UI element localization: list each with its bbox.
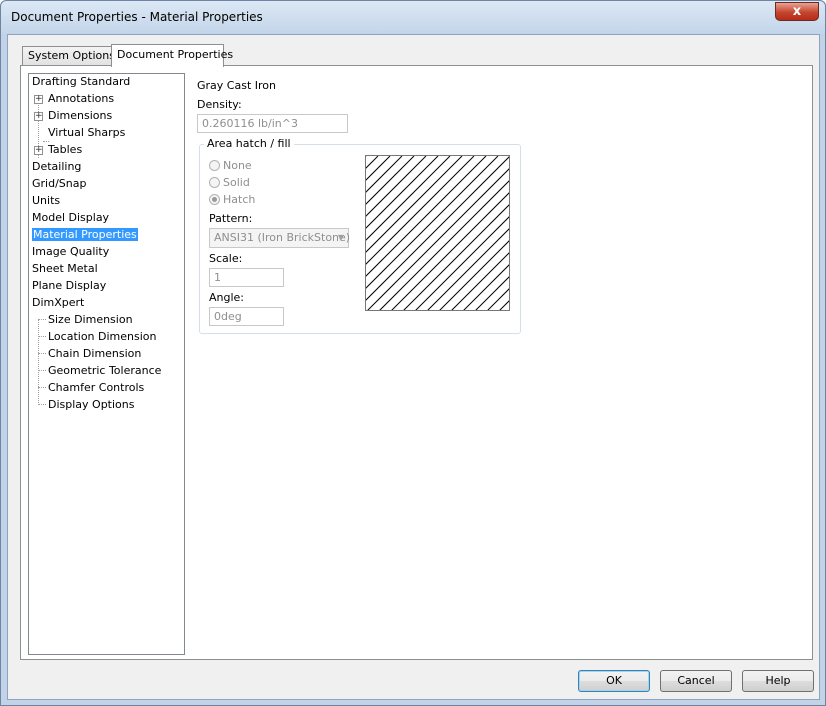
tree-item-label: Drafting Standard [32,75,131,88]
tab-document-properties[interactable]: Document Properties [111,44,233,67]
tree-item-label: Dimensions [48,109,113,122]
tree-item-chamfer-controls[interactable]: Chamfer Controls [48,380,144,397]
tree-item-label: Size Dimension [48,313,133,326]
tree-line [38,336,46,337]
tree-item-detailing[interactable]: Detailing [32,159,81,176]
title-bar[interactable]: Document Properties - Material Propertie… [1,1,825,34]
ok-button[interactable]: OK [578,670,650,692]
tree-item-drafting-standard[interactable]: Drafting Standard [32,74,130,91]
tree-item-label: Location Dimension [48,330,157,343]
dialog-window: Document Properties - Material Propertie… [0,0,826,706]
tree-item-chain-dimension[interactable]: Chain Dimension [48,346,141,363]
radio-label: Hatch [223,193,256,206]
tree-item-material-properties[interactable]: Material Properties [32,227,138,244]
tree-item-dimxpert[interactable]: DimXpert [32,295,84,312]
hatch-preview [365,155,510,311]
chevron-down-icon: ▼ [337,233,344,242]
radio-label: Solid [223,176,250,189]
tree-item-label: Grid/Snap [32,177,87,190]
scale-label: Scale: [209,252,243,265]
tree-item-label: Model Display [32,211,110,224]
radio-hatch[interactable]: Hatch [209,193,255,209]
tree-item-plane-display[interactable]: Plane Display [32,278,106,295]
expand-icon[interactable]: + [34,95,43,104]
help-button[interactable]: Help [742,670,814,692]
tree-item-location-dimension[interactable]: Location Dimension [48,329,157,346]
tab-panel: Drafting Standard + Annotations + Dimens… [20,65,813,660]
options-tree[interactable]: Drafting Standard + Annotations + Dimens… [28,73,185,655]
tree-item-label: Image Quality [32,245,110,258]
tree-item-label: Annotations [48,92,115,105]
tree-item-image-quality[interactable]: Image Quality [32,244,109,261]
angle-label: Angle: [209,291,245,304]
dialog-client-area: System Options Document Properties Draft… [7,34,820,700]
window-title: Document Properties - Material Propertie… [11,10,263,24]
tree-item-label: Display Options [48,398,135,411]
tree-line [38,319,46,320]
pattern-select-value: ANSI31 (Iron BrickStone) [214,231,351,244]
tree-line [38,387,46,388]
tree-item-label: DimXpert [32,296,85,309]
tree-item-label: Geometric Tolerance [48,364,162,377]
tab-label: System Options [28,49,115,62]
tree-item-label: Detailing [32,160,82,173]
tree-item-label: Chamfer Controls [48,381,145,394]
radio-solid[interactable]: Solid [209,176,250,192]
tree-item-annotations[interactable]: Annotations [48,91,114,108]
tree-line [38,404,46,405]
expand-icon[interactable]: + [34,146,43,155]
radio-label: None [223,159,252,172]
tree-item-model-display[interactable]: Model Display [32,210,109,227]
tree-item-size-dimension[interactable]: Size Dimension [48,312,133,329]
tree-item-label: Tables [48,143,83,156]
radio-solid-icon [209,176,220,188]
density-field[interactable]: 0.260116 lb/in^3 [197,114,348,133]
diagonal-hatch-icon [366,156,509,310]
tree-item-label: Plane Display [32,279,107,292]
tree-item-sheet-metal[interactable]: Sheet Metal [32,261,98,278]
tree-item-label: Units [32,194,61,207]
tree-item-units[interactable]: Units [32,193,60,210]
pattern-select[interactable]: ANSI31 (Iron BrickStone) ▼ [209,228,351,248]
radio-hatch-icon [209,193,220,205]
tree-item-tables[interactable]: Tables [48,142,82,159]
tree-item-display-options[interactable]: Display Options [48,397,135,414]
material-name: Gray Cast Iron [197,79,276,92]
expand-icon[interactable]: + [34,112,43,121]
density-label: Density: [197,98,242,111]
tree-line [38,353,46,354]
scale-field[interactable]: 1 [209,268,284,287]
tree-line [38,370,46,371]
angle-field[interactable]: 0deg [209,307,284,326]
tree-line [38,320,39,405]
tab-label: Document Properties [117,48,234,61]
tree-item-label: Material Properties [32,228,138,241]
close-icon: x [792,4,802,19]
tab-system-options[interactable]: System Options [22,46,115,66]
area-hatch-title: Area hatch / fill [204,137,294,150]
tree-item-dimensions[interactable]: Dimensions [48,108,112,125]
tree-item-grid-snap[interactable]: Grid/Snap [32,176,86,193]
radio-none-icon [209,159,220,171]
tree-item-virtual-sharps[interactable]: Virtual Sharps [48,125,125,142]
cancel-button[interactable]: Cancel [660,670,732,692]
tree-item-geometric-tolerance[interactable]: Geometric Tolerance [48,363,161,380]
pattern-label: Pattern: [209,212,253,225]
radio-none[interactable]: None [209,159,252,175]
tree-item-label: Virtual Sharps [48,126,126,139]
close-button[interactable]: x [775,2,819,21]
tree-item-label: Chain Dimension [48,347,142,360]
tree-item-label: Sheet Metal [32,262,98,275]
